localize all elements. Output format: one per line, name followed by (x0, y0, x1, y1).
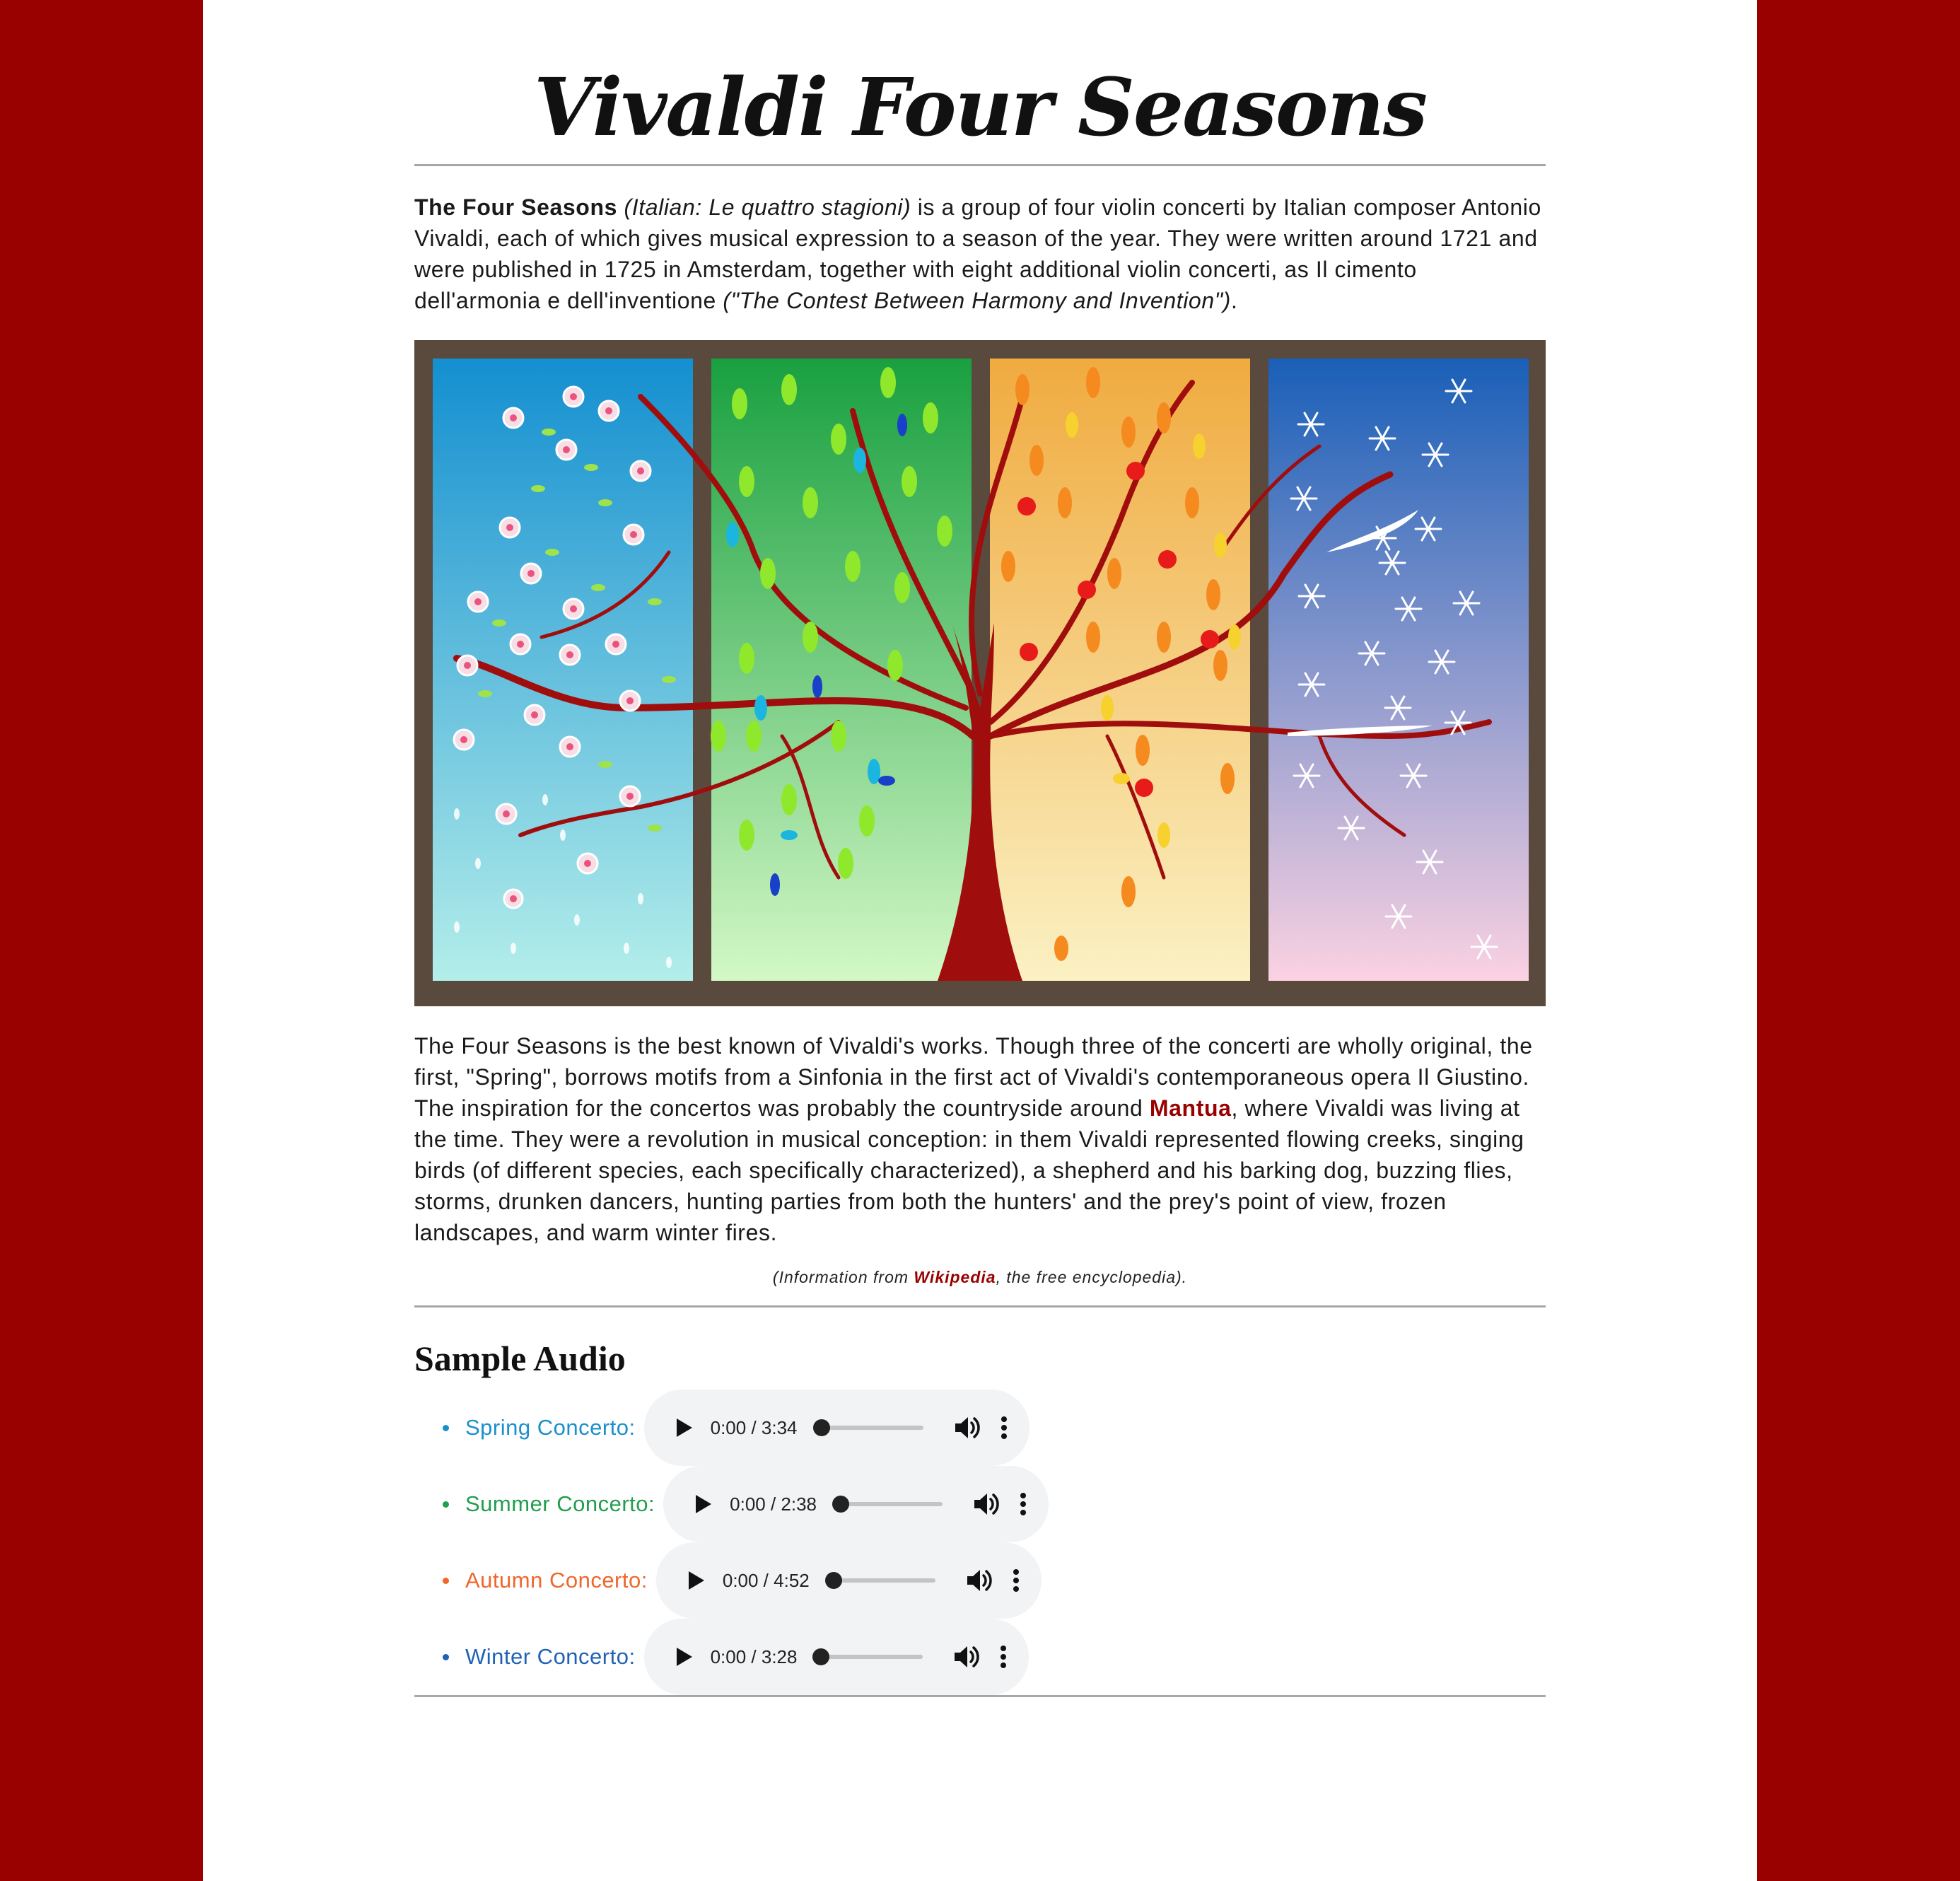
seek-slider[interactable] (832, 1496, 943, 1513)
track-label: Summer Concerto: (465, 1491, 655, 1516)
audio-track-item: Summer Concerto: 0:00 / 2:38 (443, 1466, 1546, 1542)
page-title: Vivaldi Four Seasons (534, 62, 1428, 154)
seek-slider[interactable] (824, 1572, 935, 1589)
play-icon[interactable] (671, 1416, 695, 1440)
credit-before: (Information from (772, 1268, 914, 1286)
audio-track-list: Spring Concerto: 0:00 / 3:34 Summer Concer… (414, 1390, 1546, 1695)
track-label: Autumn Concerto: (465, 1568, 648, 1592)
divider (414, 1695, 1546, 1697)
list-bullet (443, 1424, 449, 1431)
more-options-icon[interactable] (1012, 1566, 1020, 1595)
more-options-icon[interactable] (1000, 1414, 1008, 1442)
source-credit: (Information from Wikipedia, the free en… (414, 1248, 1546, 1305)
more-options-icon[interactable] (999, 1643, 1008, 1671)
credit-after: , the free encyclopedia). (996, 1268, 1188, 1286)
audio-track-item: Autumn Concerto: 0:00 / 4:52 (443, 1542, 1546, 1619)
intro-italic-name: (Italian: Le quattro stagioni) (624, 194, 911, 220)
play-icon[interactable] (671, 1645, 695, 1669)
list-bullet (443, 1501, 449, 1508)
volume-icon[interactable] (952, 1643, 982, 1671)
intro-italic-translation: ("The Contest Between Harmony and Invent… (723, 288, 1231, 313)
seek-slider[interactable] (812, 1648, 923, 1665)
audio-player: 0:00 / 2:38 (663, 1466, 1049, 1542)
time-readout: 0:00 / 3:28 (710, 1646, 798, 1667)
time-readout: 0:00 / 2:38 (730, 1493, 817, 1515)
seek-slider[interactable] (812, 1419, 923, 1436)
mantua-link[interactable]: Mantua (1150, 1095, 1232, 1121)
intro-bold: The Four Seasons (414, 194, 617, 220)
seek-thumb[interactable] (832, 1496, 850, 1513)
intro-paragraph: The Four Seasons (Italian: Le quattro st… (414, 166, 1546, 316)
track-label: Spring Concerto: (465, 1415, 636, 1440)
audio-player: 0:00 / 4:52 (655, 1542, 1042, 1619)
four-seasons-tree-image (414, 340, 1546, 1006)
history-paragraph: The Four Seasons is the best known of Vi… (414, 1006, 1546, 1248)
track-label: Winter Concerto: (465, 1644, 636, 1669)
time-readout: 0:00 / 4:52 (722, 1569, 810, 1591)
intro-end: . (1230, 288, 1238, 313)
more-options-icon[interactable] (1019, 1490, 1027, 1518)
time-readout: 0:00 / 3:34 (710, 1416, 798, 1438)
list-bullet (443, 1577, 449, 1584)
page-column: Vivaldi Four Seasons The Four Seasons (I… (203, 0, 1757, 1881)
audio-track-item: Winter Concerto: 0:00 / 3:28 (443, 1619, 1546, 1695)
audio-player: 0:00 / 3:28 (643, 1619, 1029, 1695)
wikipedia-link[interactable]: Wikipedia (914, 1268, 996, 1286)
seek-thumb[interactable] (812, 1419, 830, 1436)
seek-thumb[interactable] (824, 1572, 842, 1589)
audio-player: 0:00 / 3:34 (643, 1390, 1029, 1466)
seek-thumb[interactable] (812, 1648, 830, 1665)
volume-icon[interactable] (965, 1566, 995, 1595)
play-icon[interactable] (690, 1492, 714, 1516)
volume-icon[interactable] (972, 1490, 1002, 1518)
main-content: Vivaldi Four Seasons The Four Seasons (I… (414, 0, 1546, 1697)
sample-audio-heading: Sample Audio (414, 1339, 626, 1378)
play-icon[interactable] (683, 1568, 707, 1592)
volume-icon[interactable] (953, 1414, 983, 1442)
audio-track-item: Spring Concerto: 0:00 / 3:34 (443, 1390, 1546, 1466)
list-bullet (443, 1653, 449, 1660)
